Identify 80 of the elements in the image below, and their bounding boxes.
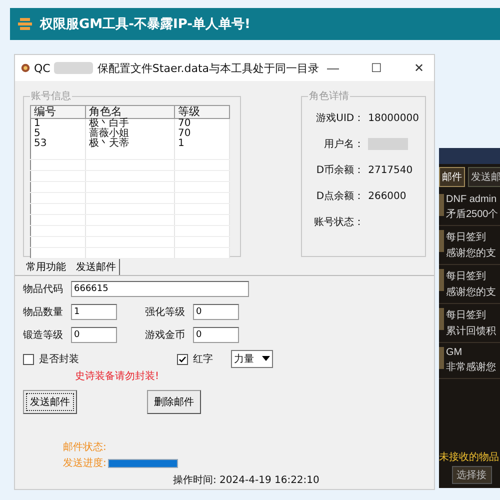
mail-subject: 非常感谢您 <box>446 360 496 374</box>
window-title: QC <box>34 62 50 74</box>
detail-label: 账号状态： <box>313 216 364 229</box>
input-field[interactable]: 666615 <box>71 281 249 297</box>
window-title: 保配置文件Staer.data与本工具处于同一目录 <box>97 60 319 76</box>
input-field[interactable]: 1 <box>71 304 117 320</box>
table-cell: 极丶天蒂 <box>85 139 175 149</box>
table-cell: 蔷薇小姐 <box>85 129 175 139</box>
column-header: 编号 <box>30 106 86 118</box>
mail-sender: 每日签到 <box>446 309 487 322</box>
mail-item[interactable]: DNF admin 矛盾2500个 <box>439 190 500 226</box>
field-label: 锻造等级 <box>23 328 64 342</box>
minimize-button[interactable]: — <box>323 61 343 75</box>
mail-item[interactable]: GM 非常感谢您 <box>439 343 500 379</box>
item-icon <box>439 194 444 216</box>
table-cell: 70 <box>174 118 230 129</box>
item-icon <box>439 347 444 369</box>
mail-sender: 每日签到 <box>446 270 487 283</box>
mail-item[interactable]: 每日签到 累计回馈积 <box>439 304 500 343</box>
detail-value: 2717540 <box>368 164 413 176</box>
mail-sender: DNF admin <box>446 194 498 205</box>
table-cell: 5 <box>30 129 86 139</box>
field-label: 物品数量 <box>23 306 64 319</box>
tab[interactable]: 邮件 <box>439 167 465 187</box>
field-label: 强化等级 <box>145 306 186 319</box>
checkbox-label: 红字 <box>193 352 213 366</box>
checkbox[interactable] <box>177 354 188 364</box>
mail-subject: 感谢您的支 <box>446 246 496 260</box>
detail-label: D点余额： <box>315 190 364 203</box>
column-header: 等级 <box>174 106 230 118</box>
field-label: 游戏金币 <box>145 328 186 342</box>
redacted-block <box>368 138 408 150</box>
item-icon <box>439 269 444 291</box>
banner-title: 权限服GM工具-不暴露IP-单人单号! <box>40 16 250 33</box>
mail-subject: 矛盾2500个 <box>446 208 498 221</box>
close-button[interactable]: ✕ <box>410 61 428 75</box>
table-cell: 53 <box>30 139 86 149</box>
stack-icon <box>18 17 32 31</box>
checkbox[interactable] <box>23 354 34 364</box>
progress-label: 发送进度: <box>63 456 106 470</box>
checkbox-label: 是否封装 <box>39 352 79 366</box>
mail-sender: GM <box>446 347 464 358</box>
app-icon <box>21 62 30 74</box>
field-label: 物品代码 <box>23 283 64 296</box>
dropdown[interactable]: 力量 <box>231 350 273 368</box>
input-field[interactable]: 0 <box>193 304 239 320</box>
tab[interactable]: 常用功能 <box>23 259 69 275</box>
tab[interactable]: 发送邮件 <box>73 259 120 275</box>
detail-value: 18000000 <box>368 112 419 124</box>
table-cell: 1 <box>30 118 86 129</box>
mail-item[interactable]: 每日签到 感谢您的支 <box>439 265 500 304</box>
mail-button[interactable]: 删除邮件 <box>147 390 201 414</box>
detail-label: D币余额： <box>315 164 364 177</box>
caret-icon <box>262 356 270 362</box>
table-cell: 70 <box>174 129 230 139</box>
unreceived-items-text: 未接收的物品 <box>439 450 500 465</box>
item-icon <box>439 308 444 330</box>
mail-subject: 感谢您的支 <box>446 286 496 299</box>
item-icon <box>439 230 444 252</box>
panel-header <box>439 148 500 164</box>
table-cell: 极丶白手 <box>85 118 175 129</box>
detail-label: 游戏UID： <box>315 112 364 125</box>
maximize-button[interactable]: ☐ <box>367 61 386 75</box>
detail-label: 用户名： <box>323 138 364 151</box>
mail-sender: 每日签到 <box>446 231 487 244</box>
mail-status-label: 邮件状态: <box>63 440 108 454</box>
input-field[interactable]: 0 <box>193 327 239 343</box>
operation-time: 操作时间: 2024-4-19 16:22:10 <box>173 474 320 487</box>
warning-text: 史诗装备请勿封装! <box>75 370 160 383</box>
redacted-block <box>54 62 94 74</box>
mail-item[interactable]: 每日签到 感谢您的支 <box>439 226 500 265</box>
mail-button[interactable]: 发送邮件 <box>23 390 77 414</box>
group-legend: 角色详情 <box>308 89 350 103</box>
group-legend: 账号信息 <box>30 89 72 103</box>
table-cell: 1 <box>174 139 230 149</box>
input-field[interactable]: 0 <box>71 327 117 343</box>
select-button[interactable]: 选择接 <box>452 466 492 484</box>
detail-value: 266000 <box>368 190 406 202</box>
mail-subject: 累计回馈积 <box>446 324 496 338</box>
column-header: 角色名 <box>85 106 175 118</box>
